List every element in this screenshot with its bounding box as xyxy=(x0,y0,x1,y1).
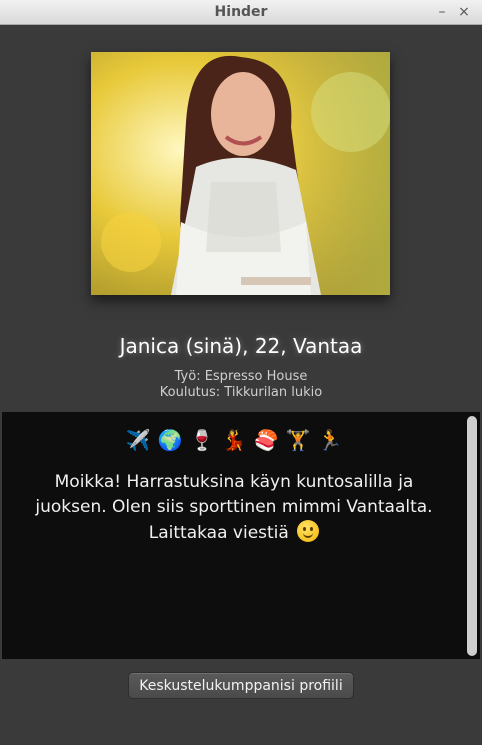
bio-scrollbar[interactable] xyxy=(467,416,477,656)
close-button[interactable]: × xyxy=(456,3,472,21)
profile-name: Janica (sinä), 22, Vantaa xyxy=(119,334,363,358)
wine-glass-icon: 🍷 xyxy=(189,428,215,452)
profile-photo-image xyxy=(91,52,390,295)
app-window: Hinder – × Janica (sinä), 22, Vantaa Työ… xyxy=(0,0,482,745)
bio-panel: ✈️ 🌍 🍷 💃 🍣 🏋 🏃 Moikka! Harrastuksina käy… xyxy=(2,412,480,659)
dancer-icon: 💃 xyxy=(221,428,247,452)
window-title: Hinder xyxy=(214,4,268,20)
profile-school: Koulutus: Tikkurilan lukio xyxy=(159,385,323,400)
interest-icons: ✈️ 🌍 🍷 💃 🍣 🏋 🏃 xyxy=(2,426,466,454)
profile-work: Työ: Espresso House xyxy=(174,369,308,384)
title-bar: Hinder – × xyxy=(0,0,482,25)
bio-text-content: Moikka! Harrastuksina käyn kuntosalilla … xyxy=(35,472,433,543)
airplane-icon: ✈️ xyxy=(125,428,151,452)
globe-icon: 🌍 xyxy=(157,428,183,452)
bio-text: Moikka! Harrastuksina käyn kuntosalilla … xyxy=(22,470,446,546)
smiley-icon xyxy=(297,520,320,542)
profile-photo xyxy=(91,52,390,295)
weightlifter-icon: 🏋 xyxy=(285,428,311,452)
minimize-button[interactable]: – xyxy=(434,3,450,21)
runner-icon: 🏃 xyxy=(317,428,343,452)
sushi-icon: 🍣 xyxy=(253,428,279,452)
partner-profile-button[interactable]: Keskustelukumppanisi profiili xyxy=(128,672,354,699)
